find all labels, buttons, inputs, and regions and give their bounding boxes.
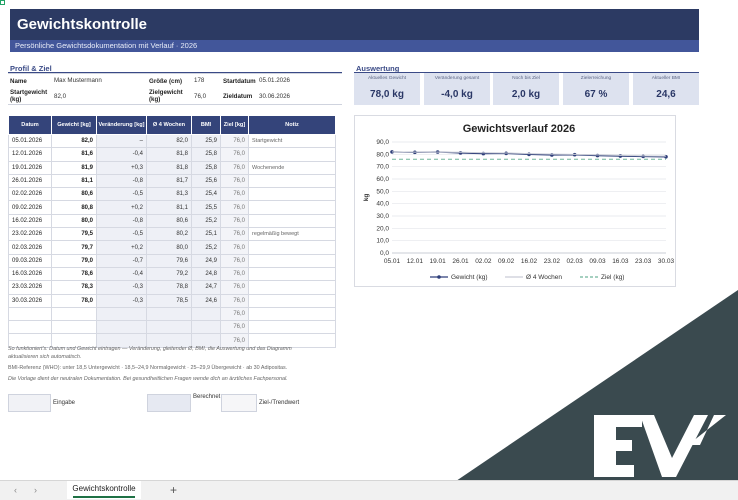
previous-sheet-icon[interactable]: ‹: [14, 485, 17, 495]
active-tab-indicator: [73, 496, 135, 498]
decorative-overlay: [428, 290, 738, 500]
add-sheet-icon[interactable]: +: [170, 483, 177, 497]
corner-triangle: [428, 290, 738, 500]
spreadsheet-window: Gewichtskontrolle Persönliche Gewichtsdo…: [0, 0, 738, 500]
sheet-tab-gewichtskontrolle[interactable]: Gewichtskontrolle: [67, 481, 141, 499]
sheet-tab-label: Gewichtskontrolle: [72, 484, 136, 493]
sheet-tab-bar: ‹ › Gewichtskontrolle +: [0, 480, 738, 500]
next-sheet-icon[interactable]: ›: [34, 485, 37, 495]
